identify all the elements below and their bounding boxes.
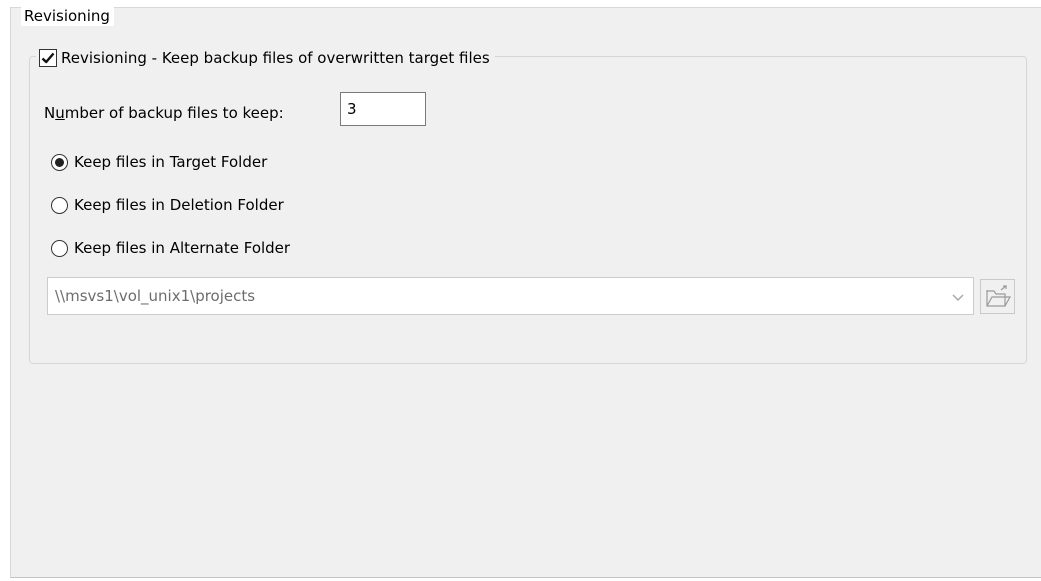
radio-deletion-folder[interactable]: Keep files in Deletion Folder [51,193,284,217]
alternate-folder-path: \\msvs1\vol_unix1\projects [55,287,256,305]
backup-count-value: 3 [347,100,357,118]
radio-button[interactable] [51,153,68,171]
checkbox-box[interactable] [39,49,57,67]
browse-folder-button[interactable] [980,279,1015,314]
revisioning-page: Revisioning Revisioning - Keep backup fi… [0,0,1041,581]
group-title: Revisioning [21,6,114,26]
radio-label: Keep files in Alternate Folder [74,239,291,257]
radio-button[interactable] [51,196,68,214]
radio-selected-dot [55,157,64,167]
revisioning-checkbox[interactable]: Revisioning - Keep backup files of overw… [36,46,495,70]
backup-count-input[interactable]: 3 [340,92,426,126]
radio-button[interactable] [51,239,68,257]
revisioning-checkbox-label: Revisioning - Keep backup files of overw… [61,49,490,67]
chevron-down-icon[interactable] [951,290,965,304]
checkmark-icon [41,52,55,64]
folder-open-icon [985,284,1011,307]
radio-label: Keep files in Target Folder [74,153,268,171]
radio-label: Keep files in Deletion Folder [74,196,284,214]
radio-target-folder[interactable]: Keep files in Target Folder [51,150,267,174]
alternate-folder-combo[interactable]: \\msvs1\vol_unix1\projects [47,277,974,315]
backup-count-label: Nu mber of backup files to keep: [44,104,284,122]
radio-alternate-folder[interactable]: Keep files in Alternate Folder [51,236,290,260]
